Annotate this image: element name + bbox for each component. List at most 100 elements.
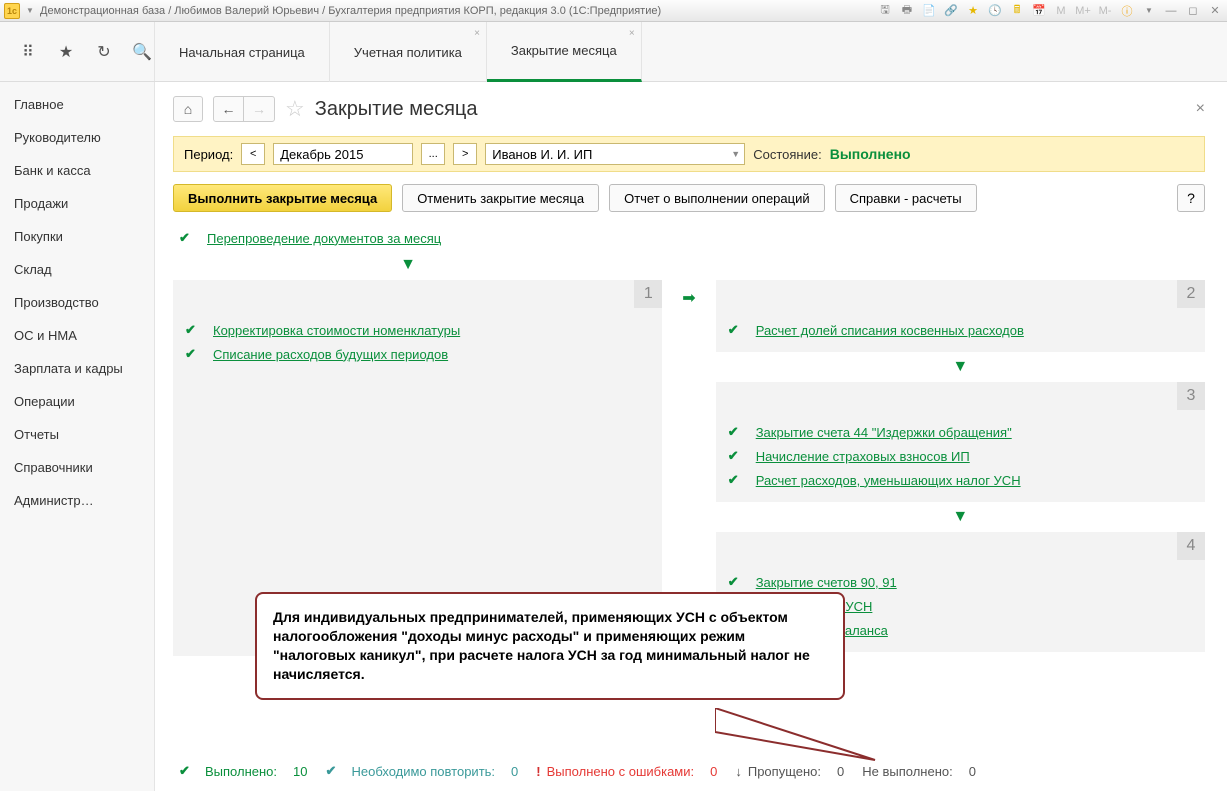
period-next-button[interactable]: > — [453, 143, 477, 165]
back-button[interactable]: ← — [214, 97, 244, 121]
forward-button[interactable]: → — [244, 97, 274, 121]
op-cost-correction-link[interactable]: Корректировка стоимости номенклатуры — [213, 323, 460, 338]
nav-manager[interactable]: Руководителю — [0, 121, 154, 154]
help-button[interactable]: ? — [1177, 184, 1205, 212]
block-number: 3 — [1177, 382, 1205, 410]
footer-err-label: Выполнено с ошибками: — [547, 764, 695, 779]
nav-purchases[interactable]: Покупки — [0, 220, 154, 253]
arrow-right-icon: ➡ — [682, 288, 695, 308]
check-icon: ✔ — [728, 472, 748, 488]
period-field[interactable]: Декабрь 2015 — [273, 143, 413, 165]
tab-close-icon[interactable]: × — [474, 28, 480, 39]
titlebar-icon-link[interactable]: 🔗 — [943, 3, 959, 19]
tab-label: Начальная страница — [179, 45, 305, 60]
block-3: 3 ✔ Закрытие счета 44 "Издержки обращения… — [716, 382, 1205, 502]
close-page-icon[interactable]: × — [1196, 100, 1205, 118]
dropdown-icon: ▼ — [731, 149, 740, 159]
titlebar-info-icon[interactable]: ⓘ — [1119, 3, 1135, 19]
nav-warehouse[interactable]: Склад — [0, 253, 154, 286]
search-icon[interactable]: 🔍 — [132, 42, 152, 62]
nav-directories[interactable]: Справочники — [0, 451, 154, 484]
titlebar-icon-calc[interactable]: 🖩 — [1009, 3, 1025, 19]
nav-reports[interactable]: Отчеты — [0, 418, 154, 451]
annotation-callout: Для индивидуальных предпринимателей, при… — [255, 592, 845, 700]
titlebar-icon-calendar[interactable]: 📅 — [1031, 3, 1047, 19]
tab-month-closing[interactable]: Закрытие месяца× — [487, 22, 642, 82]
block-number: 1 — [634, 280, 662, 308]
titlebar-icon-history[interactable]: 🕓 — [987, 3, 1003, 19]
cancel-closing-button[interactable]: Отменить закрытие месяца — [402, 184, 599, 212]
apps-grid-icon[interactable]: ⠿ — [18, 42, 38, 62]
nav-assets[interactable]: ОС и НМА — [0, 319, 154, 352]
check-icon: ✔ — [179, 763, 199, 779]
history-icon[interactable]: ↻ — [94, 42, 114, 62]
titlebar-info-dd-icon[interactable]: ▼ — [1141, 3, 1157, 19]
tab-close-icon[interactable]: × — [629, 28, 635, 39]
op-close-44-link[interactable]: Закрытие счета 44 "Издержки обращения" — [756, 425, 1012, 440]
window-minimize-icon[interactable]: — — [1163, 3, 1179, 19]
tab-bar: Начальная страница Учетная политика × Зак… — [155, 22, 642, 81]
check-icon: ✔ — [728, 424, 748, 440]
nav-admin[interactable]: Администр… — [0, 484, 154, 517]
error-icon: ! — [536, 764, 540, 779]
content-area: ⌂ ← → ☆ Закрытие месяца × Период: < Дека… — [155, 82, 1227, 791]
arrow-down-icon: ▼ — [716, 352, 1205, 382]
check-icon: ✔ — [185, 322, 205, 338]
titlebar-icon-print[interactable]: 🖶 — [899, 3, 915, 19]
tab-label: Учетная политика — [354, 45, 462, 60]
op-insurance-ip-link[interactable]: Начисление страховых взносов ИП — [756, 449, 970, 464]
block-number: 4 — [1177, 532, 1205, 560]
window-titlebar: 1c ▼ Демонстрационная база / Любимов Вал… — [0, 0, 1227, 22]
footer-done-label: Выполнено: — [205, 764, 277, 779]
titlebar-m-minus[interactable]: M- — [1097, 3, 1113, 19]
period-select-button[interactable]: ... — [421, 143, 445, 165]
footer-done-count: 10 — [293, 764, 307, 779]
tab-accounting-policy[interactable]: Учетная политика × — [330, 22, 487, 82]
footer-repeat-label: Необходимо повторить: — [351, 764, 495, 779]
check-icon: ✔ — [325, 763, 345, 779]
titlebar-m-plus[interactable]: M+ — [1075, 3, 1091, 19]
titlebar-icon-doc[interactable]: 📄 — [921, 3, 937, 19]
nav-operations[interactable]: Операции — [0, 385, 154, 418]
period-bar: Период: < Декабрь 2015 ... > Иванов И. И… — [173, 136, 1205, 172]
app-menu-dropdown-icon[interactable]: ▼ — [24, 5, 36, 17]
op-close-90-91-link[interactable]: Закрытие счетов 90, 91 — [756, 575, 897, 590]
nav-main[interactable]: Главное — [0, 88, 154, 121]
op-future-expenses-link[interactable]: Списание расходов будущих периодов — [213, 347, 448, 362]
status-label: Состояние: — [753, 147, 821, 162]
window-close-icon[interactable]: ✕ — [1207, 3, 1223, 19]
titlebar-icon-save[interactable]: 🖫 — [877, 3, 893, 19]
op-indirect-costs-link[interactable]: Расчет долей списания косвенных расходов — [756, 323, 1024, 338]
callout-tail-icon — [715, 708, 885, 778]
nav-salary[interactable]: Зарплата и кадры — [0, 352, 154, 385]
nav-bank[interactable]: Банк и касса — [0, 154, 154, 187]
tab-start-page[interactable]: Начальная страница — [155, 22, 330, 82]
check-icon: ✔ — [185, 346, 205, 362]
organization-field[interactable]: Иванов И. И. ИП▼ — [485, 143, 745, 165]
main-toolbar: ⠿ ★ ↻ 🔍 Начальная страница Учетная полит… — [0, 22, 1227, 82]
op-repost-link[interactable]: Перепроведение документов за месяц — [207, 231, 441, 246]
op-row-repost: ✔ Перепроведение документов за месяц — [173, 226, 1205, 250]
operations-report-button[interactable]: Отчет о выполнении операций — [609, 184, 825, 212]
check-icon: ✔ — [179, 230, 199, 246]
nav-back-forward: ← → — [213, 96, 275, 122]
execute-closing-button[interactable]: Выполнить закрытие месяца — [173, 184, 392, 212]
favorites-star-icon[interactable]: ★ — [56, 42, 76, 62]
op-usn-expenses-link[interactable]: Расчет расходов, уменьшающих налог УСН — [756, 473, 1021, 488]
period-prev-button[interactable]: < — [241, 143, 265, 165]
check-icon: ✔ — [728, 448, 748, 464]
window-title: Демонстрационная база / Любимов Валерий … — [40, 5, 873, 17]
status-footer: ✔Выполнено: 10 ✔Необходимо повторить: 0 … — [173, 757, 1205, 785]
footer-notdone-count: 0 — [969, 764, 976, 779]
favorite-star-icon[interactable]: ☆ — [285, 96, 305, 122]
references-button[interactable]: Справки - расчеты — [835, 184, 977, 212]
titlebar-icon-star[interactable]: ★ — [965, 3, 981, 19]
titlebar-m[interactable]: M — [1053, 3, 1069, 19]
check-icon: ✔ — [728, 574, 748, 590]
nav-sales[interactable]: Продажи — [0, 187, 154, 220]
window-maximize-icon[interactable]: ◻ — [1185, 3, 1201, 19]
home-button[interactable]: ⌂ — [173, 96, 203, 122]
status-value: Выполнено — [830, 146, 911, 162]
nav-production[interactable]: Производство — [0, 286, 154, 319]
footer-repeat-count: 0 — [511, 764, 518, 779]
